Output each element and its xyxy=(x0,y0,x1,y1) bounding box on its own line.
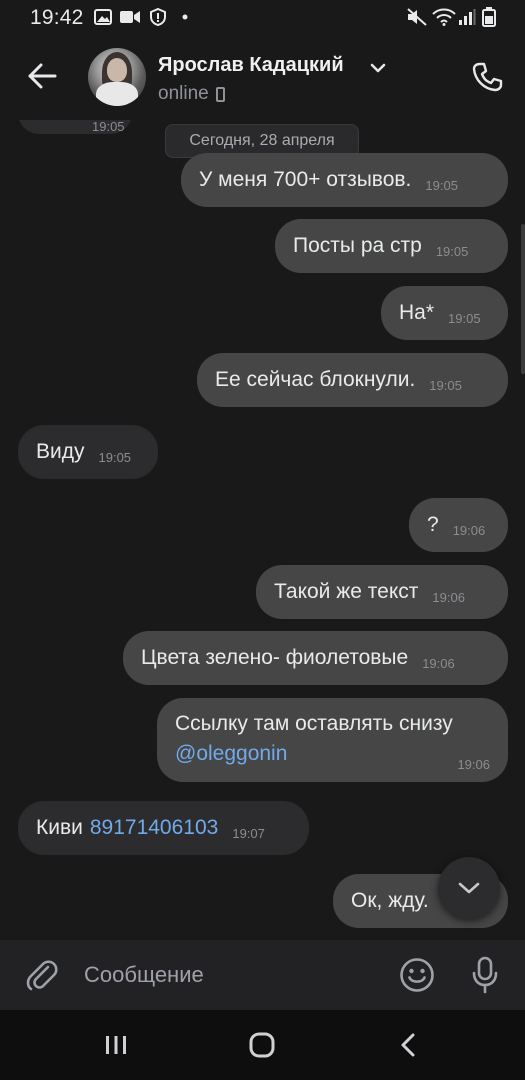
scrollbar[interactable] xyxy=(521,224,525,374)
recents-icon xyxy=(106,1036,126,1054)
status-text: online xyxy=(158,83,209,104)
wifi-icon xyxy=(432,8,456,26)
battery-icon xyxy=(482,7,496,27)
message-outgoing[interactable]: На* 19:05 xyxy=(381,286,508,340)
message-incoming[interactable]: Киви 89171406103 19:07 xyxy=(18,801,309,855)
presence-status: online xyxy=(158,83,225,105)
home-button[interactable] xyxy=(248,1028,276,1062)
phone-icon xyxy=(472,62,503,92)
message-time: 19:05 xyxy=(92,120,125,134)
chat-header: Ярослав Кадацкий online xyxy=(0,36,525,120)
home-icon xyxy=(249,1032,275,1058)
message-incoming[interactable]: Виду 19:05 xyxy=(18,425,158,479)
microphone-icon xyxy=(472,956,498,994)
message-outgoing[interactable]: У меня 700+ отзывов. 19:05 xyxy=(181,153,508,207)
smile-icon xyxy=(400,958,434,992)
message-outgoing[interactable]: Ссылку там оставлять снизу @oleggonin 19… xyxy=(157,698,508,782)
paperclip-icon xyxy=(26,960,58,991)
message-composer: Сообщение xyxy=(0,940,525,1010)
message-outgoing[interactable]: Посты ра стр 19:05 xyxy=(275,219,508,273)
chevron-down-icon xyxy=(458,882,480,894)
mention-link[interactable]: @oleggonin xyxy=(175,742,287,766)
emoji-button[interactable] xyxy=(398,956,436,994)
message-outgoing[interactable]: Такой же текст 19:06 xyxy=(256,565,508,619)
message-outgoing[interactable]: Цвета зелено- фиолетовые 19:06 xyxy=(123,631,508,685)
video-icon xyxy=(120,8,140,26)
scroll-to-bottom-button[interactable] xyxy=(438,857,500,919)
message-input[interactable]: Сообщение xyxy=(84,962,204,988)
message-outgoing[interactable]: Ее сейчас блокнули. 19:05 xyxy=(197,353,508,407)
message-outgoing[interactable]: ? 19:06 xyxy=(409,498,508,552)
contact-name[interactable]: Ярослав Кадацкий xyxy=(158,54,344,77)
message-list[interactable]: 19:05 Сегодня, 28 апреля У меня 700+ отз… xyxy=(0,120,525,940)
dot-icon xyxy=(182,8,188,26)
mute-icon xyxy=(406,8,428,26)
avatar[interactable] xyxy=(88,48,146,106)
call-button[interactable] xyxy=(468,58,506,96)
status-bar: 19:42 xyxy=(0,0,525,36)
back-nav-button[interactable] xyxy=(400,1028,416,1062)
mobile-device-icon xyxy=(215,86,225,102)
back-icon xyxy=(401,1033,415,1057)
back-button[interactable] xyxy=(22,56,62,96)
signal-icon xyxy=(458,8,476,26)
shield-icon xyxy=(150,8,166,26)
recents-button[interactable] xyxy=(104,1028,128,1062)
image-icon xyxy=(94,8,112,26)
arrow-left-icon xyxy=(28,63,57,89)
chevron-down-icon[interactable] xyxy=(370,60,386,78)
system-navigation-bar xyxy=(0,1010,525,1080)
phone-link[interactable]: 89171406103 xyxy=(90,816,218,840)
message-partial[interactable]: 19:05 xyxy=(18,120,132,134)
attach-button[interactable] xyxy=(22,955,62,995)
status-time: 19:42 xyxy=(30,6,84,29)
microphone-button[interactable] xyxy=(466,955,504,995)
